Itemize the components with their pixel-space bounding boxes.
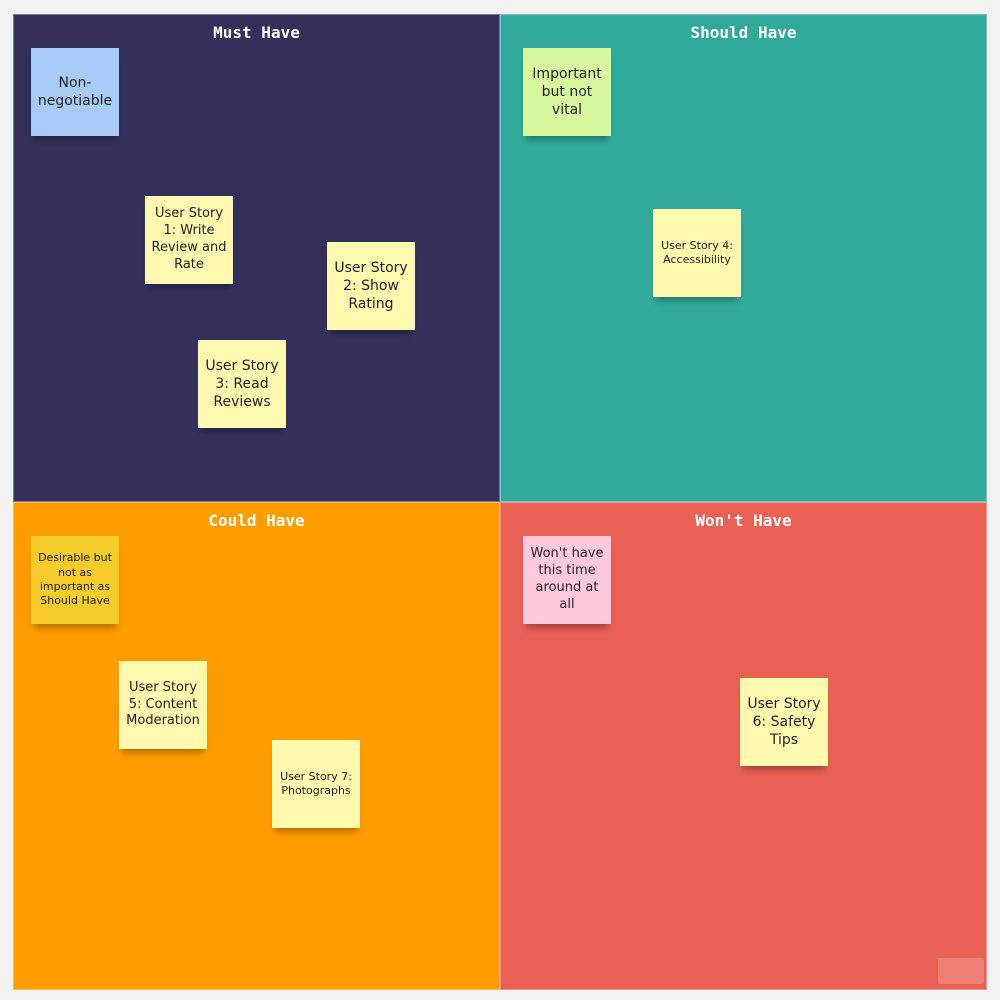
could-have-quadrant: Could Have Desirable but not as importan… (13, 502, 500, 990)
note-user-story-1[interactable]: User Story 1: Write Review and Rate (145, 196, 233, 284)
moscow-board: Must Have Non-negotiable User Story 1: W… (13, 14, 987, 990)
note-important-not-vital[interactable]: Important but not vital (523, 48, 611, 136)
wont-have-title: Won't Have (695, 511, 792, 530)
note-user-story-3[interactable]: User Story 3: Read Reviews (198, 340, 286, 428)
could-have-title: Could Have (208, 511, 305, 530)
note-user-story-6[interactable]: User Story 6: Safety Tips (740, 678, 828, 766)
note-wont-this-time[interactable]: Won't have this time around at all (523, 536, 611, 624)
note-user-story-7[interactable]: User Story 7: Photographs (272, 740, 360, 828)
must-have-quadrant: Must Have Non-negotiable User Story 1: W… (13, 14, 500, 502)
should-have-title: Should Have (690, 23, 797, 42)
wont-have-quadrant: Won't Have Won't have this time around a… (500, 502, 987, 990)
note-user-story-5[interactable]: User Story 5: Content Moderation (119, 661, 207, 749)
should-have-quadrant: Should Have Important but not vital User… (500, 14, 987, 502)
note-user-story-4[interactable]: User Story 4: Accessibility (653, 209, 741, 297)
watermark-badge (938, 958, 984, 984)
must-have-title: Must Have (213, 23, 300, 42)
note-user-story-2[interactable]: User Story 2: Show Rating (327, 242, 415, 330)
note-desirable[interactable]: Desirable but not as important as Should… (31, 536, 119, 624)
note-non-negotiable[interactable]: Non-negotiable (31, 48, 119, 136)
